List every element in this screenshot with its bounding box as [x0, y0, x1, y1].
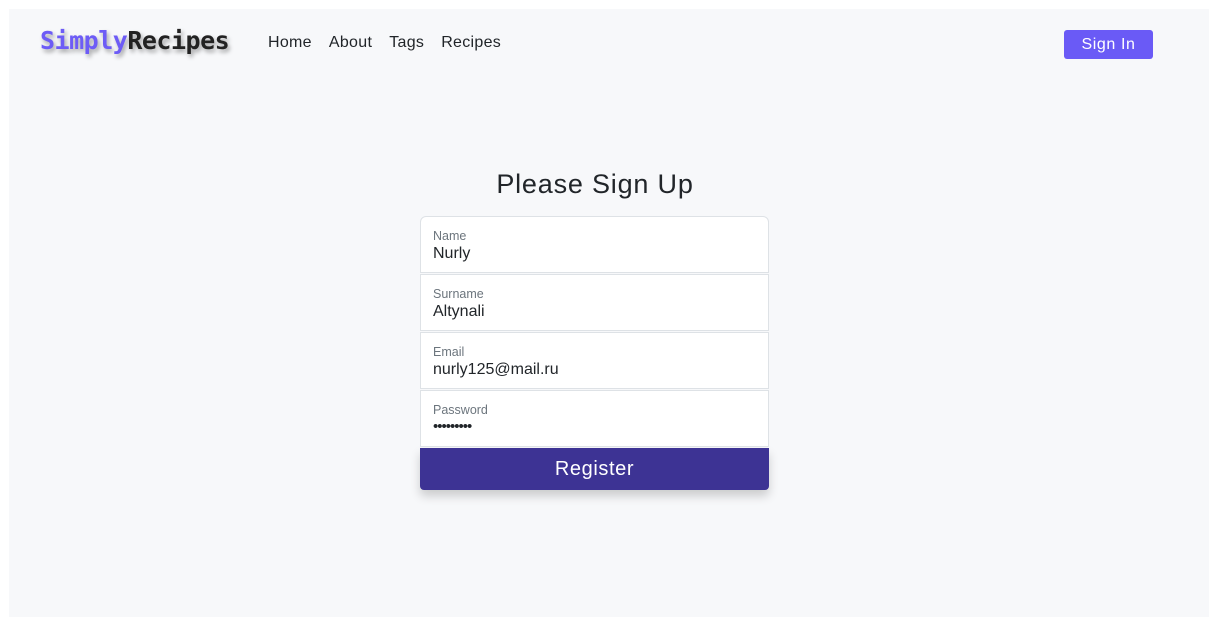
surname-field-label: Surname — [433, 287, 484, 301]
nav-link-about[interactable]: About — [329, 34, 372, 52]
page: SimplyRecipes Home About Tags Recipes Si… — [9, 9, 1209, 617]
email-field[interactable]: Email nurly125@mail.ru — [420, 332, 769, 389]
nav-link-home[interactable]: Home — [268, 34, 312, 52]
navbar: SimplyRecipes Home About Tags Recipes Si… — [9, 9, 1209, 77]
name-field[interactable]: Name Nurly — [420, 216, 769, 273]
nav-link-recipes[interactable]: Recipes — [441, 34, 501, 52]
email-field-value[interactable]: nurly125@mail.ru — [433, 361, 559, 379]
name-field-label: Name — [433, 229, 467, 243]
email-field-label: Email — [433, 345, 465, 359]
brand-logo[interactable]: SimplyRecipes — [40, 26, 230, 55]
password-field-value[interactable]: ••••••••• — [433, 418, 472, 435]
page-title: Please Sign Up — [496, 169, 694, 199]
sign-in-button[interactable]: Sign In — [1064, 30, 1153, 59]
surname-field-value[interactable]: Altynali — [433, 303, 485, 321]
password-field[interactable]: Password ••••••••• — [420, 390, 769, 447]
brand-logo-part2: Recipes — [127, 26, 230, 55]
register-button[interactable]: Register — [420, 448, 769, 490]
name-field-value[interactable]: Nurly — [433, 245, 470, 263]
password-field-label: Password — [433, 403, 488, 417]
brand-logo-part1: Simply — [40, 26, 128, 55]
signup-form: Name Nurly Surname Altynali Email nurly1… — [420, 216, 769, 490]
surname-field[interactable]: Surname Altynali — [420, 274, 769, 331]
nav-links: Home About Tags Recipes — [268, 34, 501, 52]
nav-link-tags[interactable]: Tags — [389, 34, 424, 52]
